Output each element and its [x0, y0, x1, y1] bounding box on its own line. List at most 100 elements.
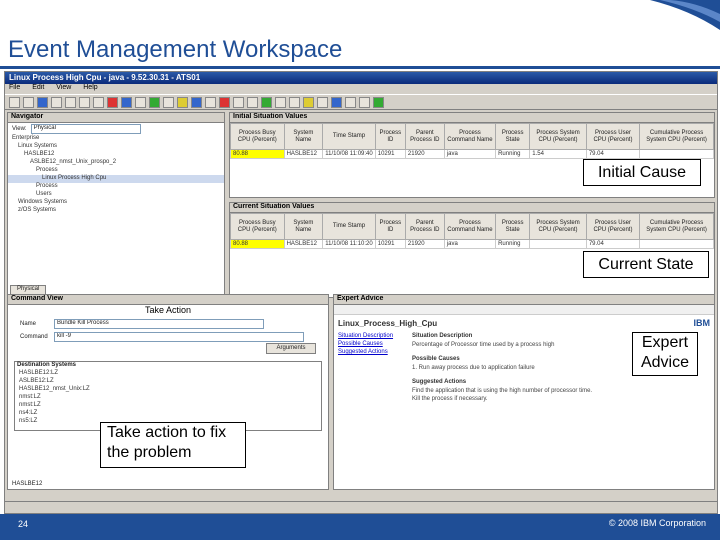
alert-icon[interactable]	[219, 96, 230, 108]
column-header[interactable]: Process User CPU (Percent)	[585, 213, 641, 240]
table-cell: 21920	[404, 239, 445, 249]
back-icon[interactable]	[9, 96, 20, 108]
destination-item[interactable]: HASLBE12_nmst_Unix:LZ	[15, 386, 321, 394]
table-row[interactable]: 80.88 HASLBE12 11/10/08 11:10:20 10291 2…	[230, 239, 714, 249]
chart-icon[interactable]	[149, 96, 160, 108]
situation-icon[interactable]	[177, 96, 188, 108]
column-header[interactable]: Time Stamp	[322, 213, 376, 240]
tree-node[interactable]: z/OS Systems	[8, 207, 224, 215]
column-header[interactable]: Process User CPU (Percent)	[585, 123, 641, 150]
menu-view[interactable]: View	[56, 84, 71, 91]
bar-chart-icon[interactable]	[289, 96, 300, 108]
destination-item[interactable]: HASLBE12:LZ	[15, 370, 321, 378]
tree-node[interactable]: Windows Systems	[8, 199, 224, 207]
column-header[interactable]: Process Command Name	[443, 213, 497, 240]
current-values-table: Process Busy CPU (Percent) System Name T…	[230, 213, 714, 249]
column-header[interactable]: Process ID	[374, 123, 406, 150]
column-header[interactable]: System Name	[283, 123, 324, 150]
table-cell: java	[443, 149, 497, 159]
link-icon[interactable]	[191, 96, 202, 108]
arguments-row: Arguments	[8, 343, 328, 357]
tree-node[interactable]: Process	[8, 167, 224, 175]
table-row[interactable]: 80.88 HASLBE12 11/10/08 11:09:40 10291 2…	[230, 149, 714, 159]
tree-node-selected[interactable]: Linux Process High Cpu	[8, 175, 224, 183]
situation-name: Linux_Process_High_Cpu	[338, 318, 438, 328]
table-icon[interactable]	[163, 96, 174, 108]
refresh-icon[interactable]	[51, 96, 62, 108]
advice-title-row: Linux_Process_High_Cpu IBM	[334, 315, 714, 331]
terminal-icon[interactable]	[205, 96, 216, 108]
column-header[interactable]: Process System CPU (Percent)	[529, 213, 587, 240]
advice-content: Situation Description Percentage of Proc…	[412, 333, 592, 404]
browser-address-bar[interactable]	[334, 305, 714, 315]
table-cell: HASLBE12	[283, 149, 324, 159]
table-cell: HASLBE12	[283, 239, 324, 249]
notepad-icon[interactable]	[233, 96, 244, 108]
column-header[interactable]: Cumulative Process System CPU (Percent)	[639, 213, 714, 240]
save-icon[interactable]	[79, 96, 90, 108]
menu-help[interactable]: Help	[83, 84, 97, 91]
column-header[interactable]: Process Busy CPU (Percent)	[230, 213, 285, 240]
action-name-row: Name Bundle Kill Process	[8, 317, 328, 330]
forward-icon[interactable]	[23, 96, 34, 108]
destination-item[interactable]: ns4:LZ	[15, 410, 321, 418]
arguments-button[interactable]: Arguments	[266, 343, 316, 354]
column-header[interactable]: Process State	[495, 123, 531, 150]
link-possible-causes[interactable]: Possible Causes	[338, 341, 402, 349]
table-cell: 80.88	[230, 149, 285, 159]
status-bar	[5, 501, 717, 513]
pie-chart-icon[interactable]	[303, 96, 314, 108]
actions-text: Find the application that is using the h…	[412, 388, 593, 394]
menu-file[interactable]: File	[9, 84, 20, 91]
stop-icon[interactable]	[107, 96, 118, 108]
tree-node[interactable]: ASLBE12_nmst_Unix_prospo_2	[8, 159, 224, 167]
command-input[interactable]: kill -9	[54, 331, 304, 342]
section-causes: Possible Causes	[412, 356, 460, 362]
column-header[interactable]: Process State	[495, 213, 531, 240]
column-header[interactable]: Parent Process ID	[404, 123, 445, 150]
tree-node[interactable]: Linux Systems	[8, 143, 224, 151]
window-titlebar[interactable]: Linux Process High Cpu - java - 9.52.30.…	[5, 72, 717, 84]
home-icon[interactable]	[37, 96, 48, 108]
section-actions: Suggested Actions	[412, 379, 467, 385]
ibm-logo: IBM	[693, 318, 711, 328]
print-icon[interactable]	[65, 96, 76, 108]
table-cell: Running	[495, 239, 531, 249]
column-header[interactable]: Time Stamp	[322, 123, 376, 150]
tree-node[interactable]: Users	[8, 191, 224, 199]
destination-item[interactable]: nmst:LZ	[15, 394, 321, 402]
destination-item[interactable]: ASLBE12:LZ	[15, 378, 321, 386]
globe-icon[interactable]	[121, 96, 132, 108]
gauge-icon[interactable]	[275, 96, 286, 108]
event-icon[interactable]	[317, 96, 328, 108]
browser-icon[interactable]	[247, 96, 258, 108]
destination-item[interactable]: nmst:LZ	[15, 402, 321, 410]
column-header[interactable]: Process System CPU (Percent)	[529, 123, 587, 150]
view-select[interactable]: Physical	[30, 124, 141, 134]
link-suggested-actions[interactable]: Suggested Actions	[338, 349, 402, 357]
action-name-select[interactable]: Bundle Kill Process	[54, 318, 264, 329]
grid-icon[interactable]	[135, 96, 146, 108]
tree-node[interactable]: HASLBE12	[8, 151, 224, 159]
toolbar	[5, 94, 717, 110]
column-header[interactable]: Process ID	[374, 213, 406, 240]
plot-icon[interactable]	[261, 96, 272, 108]
column-header[interactable]: System Name	[283, 213, 324, 240]
column-header[interactable]: Process Busy CPU (Percent)	[230, 123, 285, 150]
link-situation-description[interactable]: Situation Description	[338, 333, 402, 341]
workspace-icon[interactable]	[93, 96, 104, 108]
column-header[interactable]: Process Command Name	[443, 123, 497, 150]
navigator-panel: Navigator View: Physical Enterprise Linu…	[7, 112, 225, 298]
column-header[interactable]: Parent Process ID	[404, 213, 445, 240]
tree-node[interactable]: Enterprise	[8, 135, 224, 143]
take-action-icon[interactable]	[359, 96, 370, 108]
topology-icon[interactable]	[331, 96, 342, 108]
tree-node[interactable]: Process	[8, 183, 224, 191]
console-icon[interactable]	[345, 96, 356, 108]
menu-edit[interactable]: Edit	[32, 84, 44, 91]
table-cell: 79.04	[585, 239, 641, 249]
take-action-title: Take Action	[144, 305, 192, 315]
help-icon[interactable]	[373, 96, 384, 108]
ibm-swoosh-decoration	[650, 0, 720, 30]
column-header[interactable]: Cumulative Process System CPU (Percent)	[639, 123, 714, 150]
